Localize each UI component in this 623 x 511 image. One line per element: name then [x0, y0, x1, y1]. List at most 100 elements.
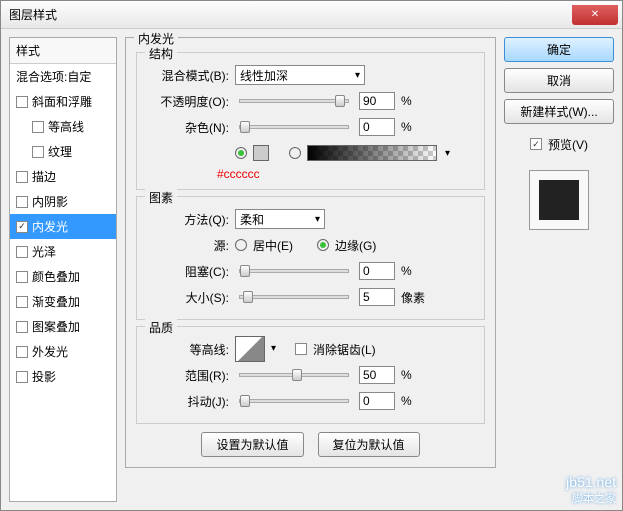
jitter-label: 抖动(J):	[147, 393, 229, 410]
style-item-label: 渐变叠加	[32, 293, 80, 310]
preview-checkbox[interactable]	[530, 138, 542, 150]
source-center-label: 居中(E)	[253, 237, 293, 254]
style-checkbox[interactable]	[16, 96, 28, 108]
quality-group: 品质 等高线: 消除锯齿(L) 范围(R): 50 %	[136, 326, 485, 424]
blend-options-item[interactable]: 混合选项:自定	[10, 64, 116, 89]
style-checkbox[interactable]	[16, 371, 28, 383]
style-item-label: 投影	[32, 368, 56, 385]
style-checkbox[interactable]	[16, 221, 28, 233]
range-unit: %	[401, 368, 412, 382]
style-item-label: 光泽	[32, 243, 56, 260]
cancel-button[interactable]: 取消	[504, 68, 614, 93]
preview-box	[529, 170, 589, 230]
style-list: 样式 混合选项:自定 斜面和浮雕等高线纹理描边内阴影内发光光泽颜色叠加渐变叠加图…	[9, 37, 117, 502]
style-item-label: 等高线	[48, 118, 84, 135]
color-swatch[interactable]	[253, 145, 269, 161]
style-item-label: 内阴影	[32, 193, 68, 210]
style-checkbox[interactable]	[16, 246, 28, 258]
style-item-label: 描边	[32, 168, 56, 185]
style-item-label: 图案叠加	[32, 318, 80, 335]
style-item[interactable]: 外发光	[10, 339, 116, 364]
style-item-label: 内发光	[32, 218, 68, 235]
elements-group: 图素 方法(Q): 柔和 源: 居中(E) 边缘(G) 阻塞(C):	[136, 196, 485, 320]
set-default-button[interactable]: 设置为默认值	[201, 432, 303, 457]
style-item[interactable]: 内发光	[10, 214, 116, 239]
opacity-slider[interactable]	[239, 99, 349, 103]
size-label: 大小(S):	[147, 289, 229, 306]
window-title: 图层样式	[9, 6, 57, 23]
choke-unit: %	[401, 264, 412, 278]
source-label: 源:	[147, 237, 229, 254]
gradient-radio[interactable]	[289, 147, 301, 159]
style-checkbox[interactable]	[32, 121, 44, 133]
reset-default-button[interactable]: 复位为默认值	[318, 432, 420, 457]
method-select[interactable]: 柔和	[235, 209, 325, 229]
style-checkbox[interactable]	[16, 321, 28, 333]
noise-unit: %	[401, 120, 412, 134]
style-item[interactable]: 投影	[10, 364, 116, 389]
jitter-input[interactable]: 0	[359, 392, 395, 410]
style-checkbox[interactable]	[16, 296, 28, 308]
size-input[interactable]: 5	[359, 288, 395, 306]
contour-label: 等高线:	[147, 341, 229, 358]
style-checkbox[interactable]	[16, 346, 28, 358]
style-checkbox[interactable]	[16, 196, 28, 208]
jitter-unit: %	[401, 394, 412, 408]
style-checkbox[interactable]	[32, 146, 44, 158]
preview-label: 预览(V)	[548, 136, 588, 153]
choke-input[interactable]: 0	[359, 262, 395, 280]
noise-input[interactable]: 0	[359, 118, 395, 136]
style-item[interactable]: 纹理	[10, 139, 116, 164]
blend-mode-label: 混合模式(B):	[147, 67, 229, 84]
style-list-header: 样式	[10, 38, 116, 64]
source-edge-label: 边缘(G)	[335, 237, 376, 254]
antialias-label: 消除锯齿(L)	[313, 341, 376, 358]
color-radio[interactable]	[235, 147, 247, 159]
style-item[interactable]: 斜面和浮雕	[10, 89, 116, 114]
style-item[interactable]: 渐变叠加	[10, 289, 116, 314]
antialias-checkbox[interactable]	[295, 343, 307, 355]
style-item[interactable]: 等高线	[10, 114, 116, 139]
blend-mode-select[interactable]: 线性加深	[235, 65, 365, 85]
inner-glow-panel: 内发光 结构 混合模式(B): 线性加深 不透明度(O): 90 % 杂色(N)	[125, 37, 496, 468]
structure-group: 结构 混合模式(B): 线性加深 不透明度(O): 90 % 杂色(N):	[136, 52, 485, 190]
style-item-label: 纹理	[48, 143, 72, 160]
jitter-slider[interactable]	[239, 399, 349, 403]
style-item[interactable]: 光泽	[10, 239, 116, 264]
opacity-unit: %	[401, 94, 412, 108]
structure-title: 结构	[145, 45, 177, 62]
close-button[interactable]: ✕	[572, 5, 618, 25]
quality-title: 品质	[145, 319, 177, 336]
style-item[interactable]: 图案叠加	[10, 314, 116, 339]
range-label: 范围(R):	[147, 367, 229, 384]
source-edge-radio[interactable]	[317, 239, 329, 251]
color-note: #cccccc	[217, 167, 474, 181]
size-slider[interactable]	[239, 295, 349, 299]
style-item[interactable]: 内阴影	[10, 189, 116, 214]
choke-label: 阻塞(C):	[147, 263, 229, 280]
source-center-radio[interactable]	[235, 239, 247, 251]
style-item-label: 颜色叠加	[32, 268, 80, 285]
elements-title: 图素	[145, 189, 177, 206]
opacity-input[interactable]: 90	[359, 92, 395, 110]
gradient-picker[interactable]	[307, 145, 437, 161]
style-item[interactable]: 描边	[10, 164, 116, 189]
method-label: 方法(Q):	[147, 211, 229, 228]
opacity-label: 不透明度(O):	[147, 93, 229, 110]
watermark: jb51.net 脚本之家	[566, 474, 616, 506]
style-checkbox[interactable]	[16, 271, 28, 283]
size-unit: 像素	[401, 289, 425, 306]
preview-swatch	[539, 180, 579, 220]
range-input[interactable]: 50	[359, 366, 395, 384]
layer-style-dialog: 图层样式 ✕ 样式 混合选项:自定 斜面和浮雕等高线纹理描边内阴影内发光光泽颜色…	[0, 0, 623, 511]
noise-label: 杂色(N):	[147, 119, 229, 136]
ok-button[interactable]: 确定	[504, 37, 614, 62]
new-style-button[interactable]: 新建样式(W)...	[504, 99, 614, 124]
style-checkbox[interactable]	[16, 171, 28, 183]
range-slider[interactable]	[239, 373, 349, 377]
noise-slider[interactable]	[239, 125, 349, 129]
titlebar[interactable]: 图层样式 ✕	[1, 1, 622, 29]
choke-slider[interactable]	[239, 269, 349, 273]
style-item[interactable]: 颜色叠加	[10, 264, 116, 289]
contour-picker[interactable]	[235, 336, 265, 362]
